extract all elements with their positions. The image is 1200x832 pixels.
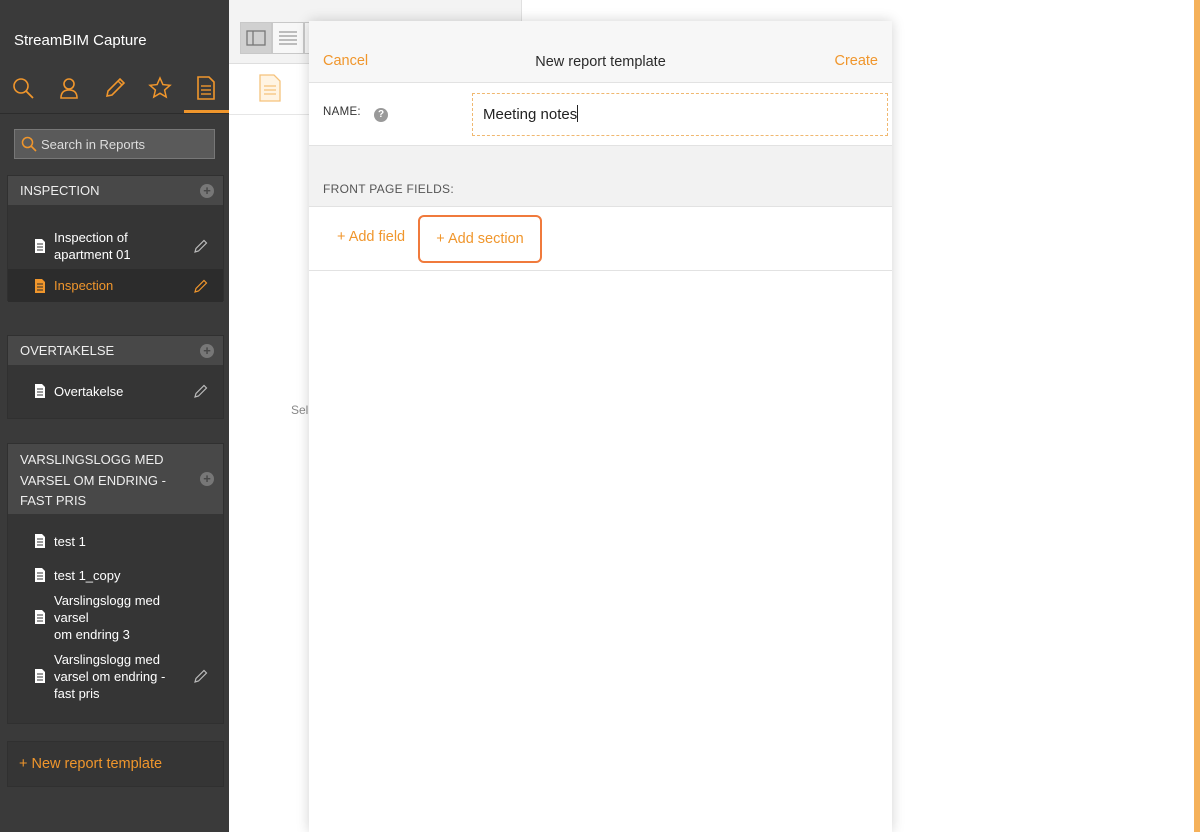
add-section-button[interactable]: + Add section [418, 215, 542, 263]
new-report-template-dialog: Cancel New report template Create NAME: … [309, 21, 892, 832]
document-icon [35, 610, 45, 624]
name-input[interactable]: Meeting notes [472, 93, 888, 136]
add-field-button[interactable]: + Add field [337, 229, 405, 245]
app-title: StreamBIM Capture [14, 32, 147, 49]
document-icon [35, 238, 45, 253]
list-item-label: Inspection of apartment 01 [54, 229, 131, 262]
edit-icon[interactable] [193, 278, 209, 294]
list-view-icon [279, 31, 297, 45]
document-icon [35, 278, 45, 293]
list-item-label: Overtakelse [54, 383, 124, 399]
star-icon[interactable] [146, 74, 174, 102]
name-row: NAME: ? Meeting notes [309, 83, 892, 146]
pencil-icon[interactable] [101, 74, 129, 102]
field-actions: + Add field + Add section [309, 207, 892, 271]
group-header[interactable]: VARSLINGSLOGG MED VARSEL OM ENDRING - FAST… [8, 444, 223, 514]
list-item-label: test 1_copy [54, 567, 121, 583]
list-item-label: Varslingslogg med varsel om endring - fast… [54, 651, 166, 701]
report-group-overtakelse: OVERTAKELSE + Overtakelse [7, 335, 224, 419]
list-item[interactable]: test 1 [8, 524, 223, 558]
nav-bar [0, 66, 229, 113]
document-icon [35, 534, 45, 548]
text-caret [577, 105, 579, 122]
add-icon[interactable]: + [200, 472, 214, 486]
new-report-template-button[interactable]: + New report template [7, 741, 224, 787]
list-view-button[interactable] [272, 22, 304, 54]
search-input[interactable]: Search in Reports [14, 129, 215, 159]
list-item[interactable]: Inspection of apartment 01 [8, 222, 223, 269]
list-item-label: test 1 [54, 533, 86, 549]
edit-icon[interactable] [193, 238, 209, 254]
front-page-fields-header: FRONT PAGE FIELDS: [309, 146, 892, 207]
list-item-active[interactable]: Inspection [8, 269, 223, 302]
group-title: INSPECTION [20, 183, 100, 198]
name-value: Meeting notes [483, 106, 578, 123]
split-view-icon [246, 30, 266, 46]
front-page-fields-label: FRONT PAGE FIELDS: [323, 182, 454, 196]
search-icon [21, 136, 37, 152]
add-icon[interactable]: + [200, 183, 214, 198]
dialog-title: New report template [535, 54, 666, 70]
split-view-button[interactable] [240, 22, 272, 54]
user-icon[interactable] [55, 74, 83, 102]
list-item-label: Varslingslogg med varsel om endring 3 [54, 592, 160, 642]
group-title: VARSLINGSLOGG MED VARSEL OM ENDRING - FAST… [20, 452, 166, 508]
list-item-label: Inspection [54, 278, 114, 293]
list-item[interactable]: Varslingslogg med varsel om endring - fast… [8, 642, 223, 710]
accent-edge [1194, 0, 1200, 832]
divider [0, 113, 229, 114]
list-item[interactable]: Overtakelse [8, 374, 223, 408]
document-icon [35, 669, 45, 683]
search-icon[interactable] [9, 74, 37, 102]
report-group-inspection: INSPECTION + Inspection of apartment 01 I… [7, 175, 224, 302]
group-title: OVERTAKELSE [20, 343, 115, 358]
report-document-icon [259, 74, 281, 107]
group-header[interactable]: OVERTAKELSE + [8, 336, 223, 365]
sidebar: StreamBIM Capture Search in Reports INSP… [0, 0, 229, 832]
group-header[interactable]: INSPECTION + [8, 176, 223, 205]
document-icon [35, 568, 45, 582]
edit-icon[interactable] [193, 668, 209, 684]
name-label: NAME: [323, 106, 361, 118]
search-placeholder: Search in Reports [41, 136, 146, 152]
report-group-varslingslogg: VARSLINGSLOGG MED VARSEL OM ENDRING - FAST… [7, 443, 224, 724]
list-item[interactable]: test 1_copy [8, 558, 223, 592]
document-icon [35, 384, 45, 398]
create-button[interactable]: Create [834, 53, 878, 69]
help-icon[interactable]: ? [374, 108, 388, 122]
add-icon[interactable]: + [200, 343, 214, 358]
dialog-header: Cancel New report template Create [309, 21, 892, 83]
report-icon[interactable] [192, 74, 220, 102]
edit-icon[interactable] [193, 383, 209, 399]
select-hint: Sel [291, 403, 309, 417]
list-item[interactable]: Varslingslogg med varsel om endring 3 [8, 592, 223, 642]
